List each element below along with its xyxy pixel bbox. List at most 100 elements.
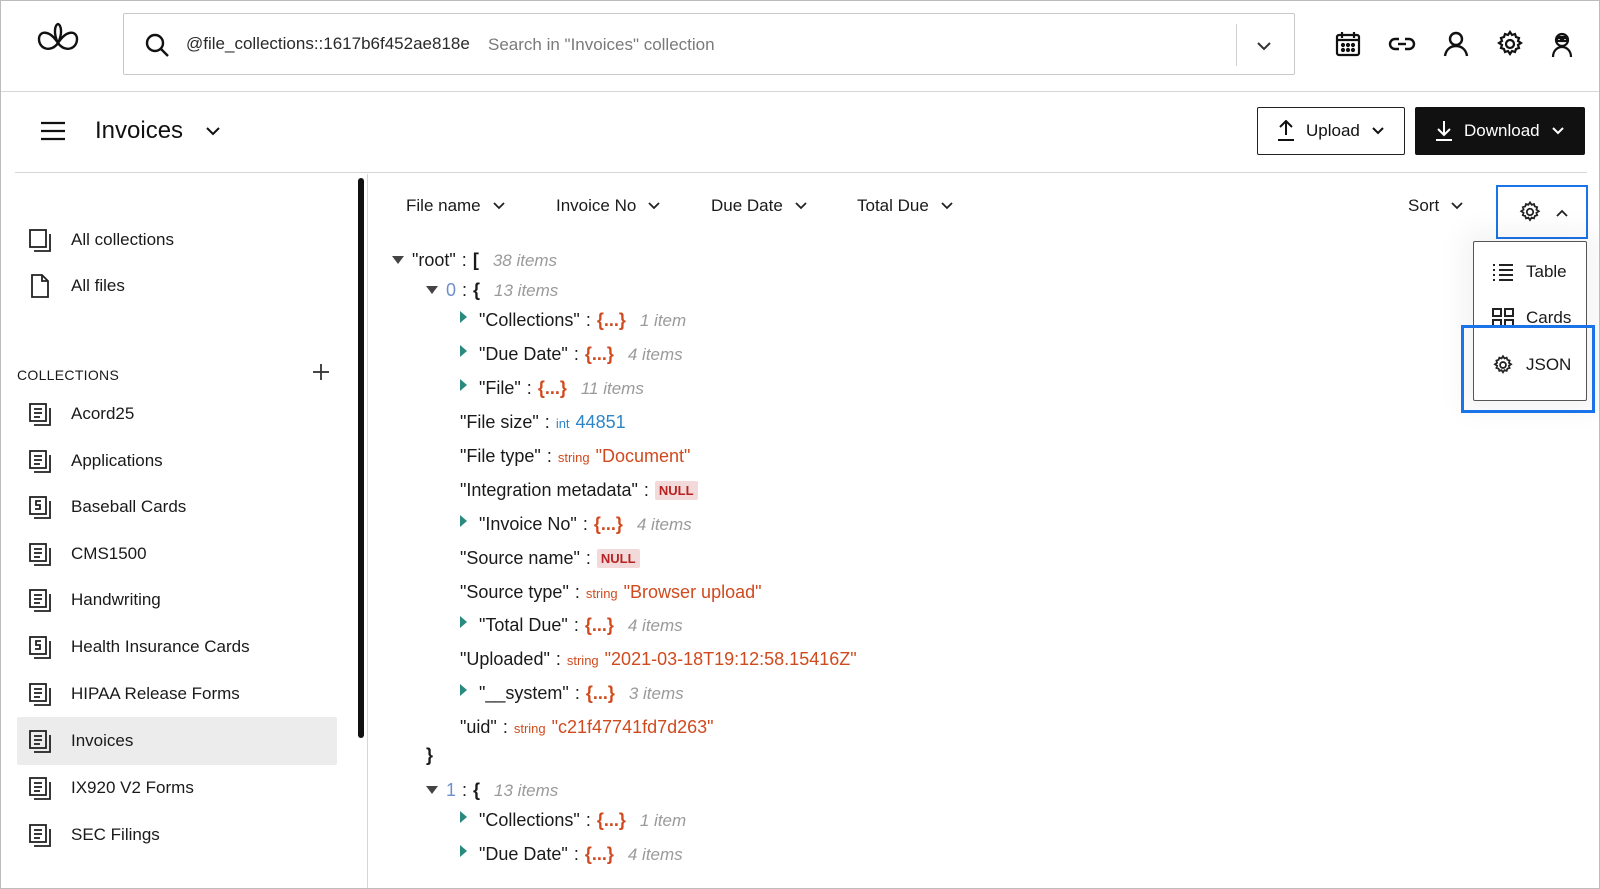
tree-node-item-0[interactable]: 0 : { 13 items — [426, 280, 558, 301]
chevron-down-icon — [941, 202, 953, 210]
colon: : — [461, 250, 467, 270]
document-collection-icon — [29, 403, 51, 426]
type-label: string — [557, 450, 590, 465]
node-key: "Source type" — [460, 582, 569, 602]
filter-label: Invoice No — [556, 196, 637, 215]
colon: : — [462, 780, 468, 800]
view-settings-button[interactable] — [1496, 185, 1588, 239]
sidebar-item-acord25[interactable]: Acord25 — [17, 390, 337, 438]
search-icon — [145, 33, 169, 57]
tree-leaf-file-size: "File size" : int 44851 — [460, 412, 626, 433]
tree-node-root[interactable]: "root" : [ 38 items — [392, 250, 557, 271]
gear-icon — [1519, 200, 1541, 222]
open-brace: { — [473, 280, 481, 300]
colon: : — [462, 280, 468, 300]
tree-node-collections[interactable]: "Collections" : {...} 1 item — [460, 310, 686, 331]
sidebar-item-all-collections[interactable]: All collections — [17, 216, 337, 264]
menu-item-label: Table — [1526, 262, 1567, 281]
sort-dropdown[interactable]: Sort — [1408, 196, 1465, 216]
collapsed-object: {...} — [593, 514, 623, 534]
chevron-down-icon — [1551, 127, 1564, 135]
chevron-down-icon[interactable] — [1252, 34, 1276, 58]
node-value: "c21f47741fd7d263" — [551, 717, 714, 737]
sidebar-item-label: All files — [71, 276, 125, 295]
item-count: 13 items — [494, 781, 559, 800]
upload-button[interactable]: Upload — [1257, 107, 1405, 155]
item-count: 13 items — [494, 281, 559, 300]
search-input[interactable] — [488, 28, 1188, 62]
document-collection-icon — [29, 777, 51, 800]
node-key: "Due Date" — [479, 844, 568, 864]
colon: : — [546, 446, 552, 466]
sidebar-item-label: Acord25 — [71, 404, 135, 423]
node-key: "File type" — [460, 446, 541, 466]
upload-icon — [1278, 120, 1294, 141]
sort-label: Sort — [1408, 196, 1440, 215]
document-collection-icon — [29, 824, 51, 847]
node-index: 1 — [446, 780, 457, 800]
document-collection-icon — [29, 683, 51, 706]
sidebar-item-health-insurance-cards[interactable]: Health Insurance Cards — [17, 623, 337, 671]
node-key: "Integration metadata" — [460, 480, 638, 500]
node-key: "__system" — [479, 683, 569, 703]
top-bar: @file_collections::1617b6f452ae818e — [1, 1, 1599, 92]
sidebar-item-ix920-v2-forms[interactable]: IX920 V2 Forms — [17, 764, 337, 812]
sidebar-item-cms1500[interactable]: CMS1500 — [17, 530, 337, 578]
expand-caret-icon — [426, 786, 438, 794]
tree-node-system[interactable]: "__system" : {...} 3 items — [460, 683, 684, 704]
logo-icon[interactable] — [35, 21, 81, 61]
node-key: "File" — [479, 378, 521, 398]
file-icon — [31, 274, 49, 298]
open-brace: { — [473, 780, 481, 800]
collapsed-object: {...} — [584, 844, 614, 864]
tree-node-due-date[interactable]: "Due Date" : {...} 4 items — [460, 844, 683, 865]
json-tree: "root" : [ 38 items 0 : { 13 items "Coll… — [368, 246, 1448, 888]
tree-node-due-date[interactable]: "Due Date" : {...} 4 items — [460, 344, 683, 365]
open-bracket: [ — [472, 250, 479, 270]
filter-total-due[interactable]: Total Due — [857, 196, 955, 216]
chevron-down-icon[interactable] — [203, 121, 223, 141]
sidebar-item-invoices[interactable]: Invoices — [17, 717, 337, 765]
sidebar-item-all-files[interactable]: All files — [17, 262, 337, 310]
add-collection-icon[interactable] — [309, 360, 333, 384]
menu-item-table[interactable]: Table — [1492, 262, 1567, 282]
sidebar-scrollbar[interactable] — [358, 178, 364, 738]
search-bar[interactable]: @file_collections::1617b6f452ae818e — [123, 13, 1295, 75]
sidebar-item-baseball-cards[interactable]: Baseball Cards — [17, 483, 337, 531]
collapse-caret-icon — [460, 345, 467, 357]
filter-file-name[interactable]: File name — [406, 196, 507, 216]
tree-node-collections[interactable]: "Collections" : {...} 1 item — [460, 810, 686, 831]
download-button[interactable]: Download — [1415, 107, 1585, 155]
collapsed-object: {...} — [596, 310, 626, 330]
sidebar-item-label: Baseball Cards — [71, 497, 187, 516]
settings-icon[interactable] — [1495, 29, 1525, 59]
link-icon[interactable] — [1387, 29, 1417, 59]
menu-icon[interactable] — [39, 119, 67, 143]
page-header: Invoices Upload Download — [15, 93, 1587, 173]
user-icon[interactable] — [1441, 29, 1471, 59]
tree-node-file[interactable]: "File" : {...} 11 items — [460, 378, 644, 399]
collapse-caret-icon — [460, 845, 467, 857]
sidebar-item-hipaa-release-forms[interactable]: HIPAA Release Forms — [17, 670, 337, 718]
sidebar-item-label: Invoices — [71, 731, 134, 750]
node-key: "Invoice No" — [479, 514, 577, 534]
calendar-icon[interactable] — [1333, 29, 1363, 59]
search-divider — [1236, 24, 1237, 66]
type-label: string — [566, 653, 599, 668]
type-label: string — [513, 721, 546, 736]
item-count: 38 items — [492, 251, 558, 270]
close-brace: } — [426, 745, 434, 765]
sidebar-item-sec-filings[interactable]: SEC Filings — [17, 811, 337, 859]
tree-node-item-1[interactable]: 1 : { 13 items — [426, 780, 558, 801]
tree-leaf-uploaded: "Uploaded" : string "2021-03-18T19:12:58… — [460, 649, 857, 670]
agent-avatar-icon[interactable] — [1547, 29, 1577, 59]
filter-invoice-no[interactable]: Invoice No — [556, 196, 662, 216]
sidebar-item-applications[interactable]: Applications — [17, 437, 337, 485]
card-collection-icon — [29, 496, 51, 519]
tree-node-invoice-no[interactable]: "Invoice No" : {...} 4 items — [460, 514, 692, 535]
filter-due-date[interactable]: Due Date — [711, 196, 809, 216]
node-key: "Due Date" — [479, 344, 568, 364]
tree-node-total-due[interactable]: "Total Due" : {...} 4 items — [460, 615, 683, 636]
item-count: 1 item — [639, 811, 687, 830]
sidebar-item-handwriting[interactable]: Handwriting — [17, 576, 337, 624]
